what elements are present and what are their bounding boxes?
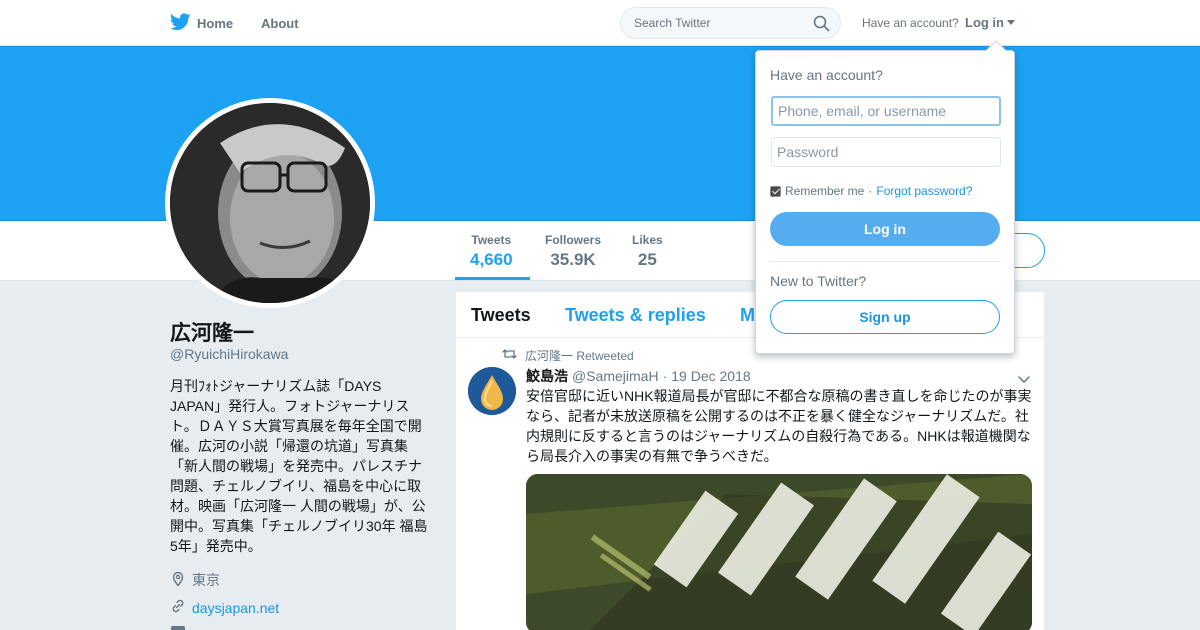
search-icon[interactable] xyxy=(813,15,830,37)
login-button[interactable]: Log in xyxy=(770,212,1000,246)
password-field[interactable] xyxy=(771,137,1001,167)
remember-me-label[interactable]: Remember me xyxy=(785,184,864,198)
active-tab-underline xyxy=(455,277,530,280)
remember-row: Remember me · Forgot password? xyxy=(770,184,972,198)
profile-handle[interactable]: @RyuichiHirokawa xyxy=(170,346,288,362)
profile-avatar[interactable] xyxy=(165,98,375,308)
stat-label: Followers xyxy=(545,233,602,247)
twitter-bird-icon xyxy=(169,13,191,34)
tweet-media-image[interactable] xyxy=(526,474,1032,630)
tweet-text: 安倍官邸に近いNHK報道局長が官邸に不都合な原稿の書き直しを命じたのが事実なら、… xyxy=(526,388,1032,464)
login-toggle-label: Log in xyxy=(965,15,1004,30)
stat-value: 35.9K xyxy=(550,250,596,269)
tweet-header: 鮫島浩 @SamejimaH · 19 Dec 2018 xyxy=(526,366,751,386)
stat-value: 4,660 xyxy=(470,250,513,269)
login-dropdown: Have an account? Remember me · Forgot pa… xyxy=(755,40,1015,354)
nav-home-label: Home xyxy=(197,16,234,31)
top-nav: Home About Have an account? Log in xyxy=(0,0,1200,46)
retweet-context: 広河隆一 Retweeted xyxy=(502,347,634,364)
url-text: daysjapan.net xyxy=(192,599,280,616)
username-field[interactable] xyxy=(771,96,1001,126)
tweet-separator: · xyxy=(662,368,668,384)
tweet-date[interactable]: 19 Dec 2018 xyxy=(671,368,750,384)
retweet-label[interactable]: 広河隆一 Retweeted xyxy=(525,347,634,364)
forgot-password-link[interactable]: Forgot password? xyxy=(876,184,972,198)
location-text: 東京 xyxy=(192,572,220,588)
link-icon xyxy=(170,598,186,617)
profile-bio: 月刊ﾌｫﾄジャーナリズム誌「DAYS JAPAN」発行人。フォトジャーナリスト。… xyxy=(170,378,428,554)
nav-home-link[interactable]: Home xyxy=(169,13,234,34)
tweet-author-handle[interactable]: @SamejimaH xyxy=(572,368,659,384)
have-account-text: Have an account? xyxy=(862,16,959,30)
dropdown-title: Have an account? xyxy=(770,67,883,83)
tweet-author-name[interactable]: 鮫島浩 xyxy=(526,366,568,386)
nav-about-link[interactable]: About xyxy=(261,16,299,31)
calendar-icon xyxy=(171,626,185,630)
tab-tweets-replies[interactable]: Tweets & replies xyxy=(565,305,706,326)
profile-location: 東京 xyxy=(170,570,220,590)
remember-me-checkbox[interactable] xyxy=(770,185,781,197)
remember-separator: · xyxy=(868,184,873,198)
search-box xyxy=(620,7,841,39)
retweet-icon xyxy=(502,348,517,363)
stat-value: 25 xyxy=(637,250,657,269)
stat-label: Tweets xyxy=(471,233,512,247)
search-input[interactable] xyxy=(621,8,806,38)
dropdown-divider xyxy=(770,261,1000,262)
tweet-author-avatar[interactable] xyxy=(468,367,516,415)
avatar-image xyxy=(170,103,370,303)
stat-tweets[interactable]: Tweets 4,660 xyxy=(470,233,513,270)
location-pin-icon xyxy=(170,571,186,590)
stat-followers[interactable]: Followers 35.9K xyxy=(545,233,601,270)
tab-media[interactable]: M xyxy=(740,305,755,326)
signup-button[interactable]: Sign up xyxy=(770,300,1000,334)
tab-tweets[interactable]: Tweets xyxy=(471,305,531,326)
profile-url[interactable]: daysjapan.net xyxy=(170,598,279,617)
profile-name: 広河隆一 xyxy=(170,322,254,345)
caret-down-icon xyxy=(1007,20,1015,25)
stat-label: Likes xyxy=(632,233,663,247)
stat-likes[interactable]: Likes 25 xyxy=(632,233,663,270)
new-to-twitter-text: New to Twitter? xyxy=(770,273,867,289)
login-dropdown-toggle[interactable]: Log in xyxy=(965,15,1015,30)
